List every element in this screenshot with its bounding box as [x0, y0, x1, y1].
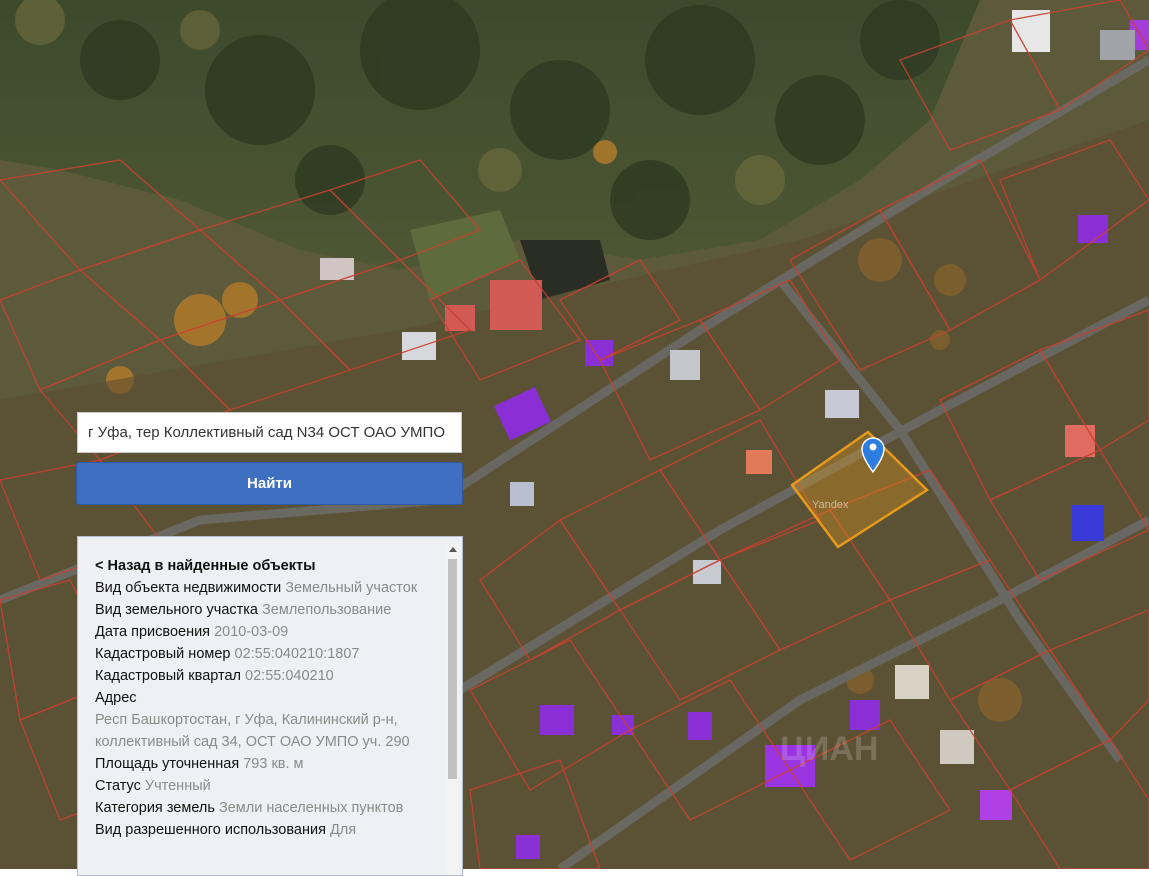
find-button[interactable]: Найти	[76, 462, 463, 505]
map-watermark: Yandex	[812, 499, 849, 511]
cad-quarter-row: Кадастровый квартал 02:55:040210	[95, 665, 438, 687]
back-to-results-link[interactable]: < Назад в найденные объекты	[95, 555, 438, 577]
cad-number-value: 02:55:040210:1807	[234, 646, 360, 662]
object-info-panel: < Назад в найденные объекты Вид объекта …	[77, 536, 463, 876]
permitted-use-row: Вид разрешенного использования Для	[95, 819, 438, 841]
status-label: Статус	[95, 778, 141, 794]
category-row: Категория земель Земли населенных пункто…	[95, 797, 438, 819]
area-label: Площадь уточненная	[95, 756, 240, 772]
panel-scrollbar[interactable]	[446, 545, 459, 875]
object-type-value: Земельный участок	[285, 580, 418, 596]
object-type-label: Вид объекта недвижимости	[95, 580, 282, 596]
date-value: 2010-03-09	[214, 624, 289, 640]
status-row: Статус Учтенный	[95, 775, 438, 797]
permitted-use-label: Вид разрешенного использования	[95, 822, 326, 838]
photo-watermark: ЦИАН	[780, 730, 878, 768]
area-value: 793 кв. м	[243, 756, 304, 772]
area-row: Площадь уточненная 793 кв. м	[95, 753, 438, 775]
category-label: Категория земель	[95, 800, 215, 816]
cad-quarter-label: Кадастровый квартал	[95, 668, 242, 684]
scroll-up-arrow-icon[interactable]	[448, 547, 457, 552]
land-type-value: Землепользование	[262, 602, 392, 618]
status-value: Учтенный	[144, 778, 211, 794]
category-value: Земли населенных пунктов	[218, 800, 404, 816]
object-type-row: Вид объекта недвижимости Земельный участ…	[95, 577, 438, 599]
permitted-use-value: Для	[329, 822, 357, 838]
address-search-input[interactable]	[77, 412, 462, 453]
address-label: Адрес	[95, 690, 137, 706]
land-type-label: Вид земельного участка	[95, 602, 258, 618]
cad-number-row: Кадастровый номер 02:55:040210:1807	[95, 643, 438, 665]
date-label: Дата присвоения	[95, 624, 211, 640]
date-row: Дата присвоения 2010-03-09	[95, 621, 438, 643]
scrollbar-thumb[interactable]	[448, 559, 457, 779]
cad-number-label: Кадастровый номер	[95, 646, 231, 662]
land-type-row: Вид земельного участка Землепользование	[95, 599, 438, 621]
cad-quarter-value: 02:55:040210	[245, 668, 334, 684]
address-value: Респ Башкортостан, г Уфа, Калининский р-…	[95, 712, 410, 750]
